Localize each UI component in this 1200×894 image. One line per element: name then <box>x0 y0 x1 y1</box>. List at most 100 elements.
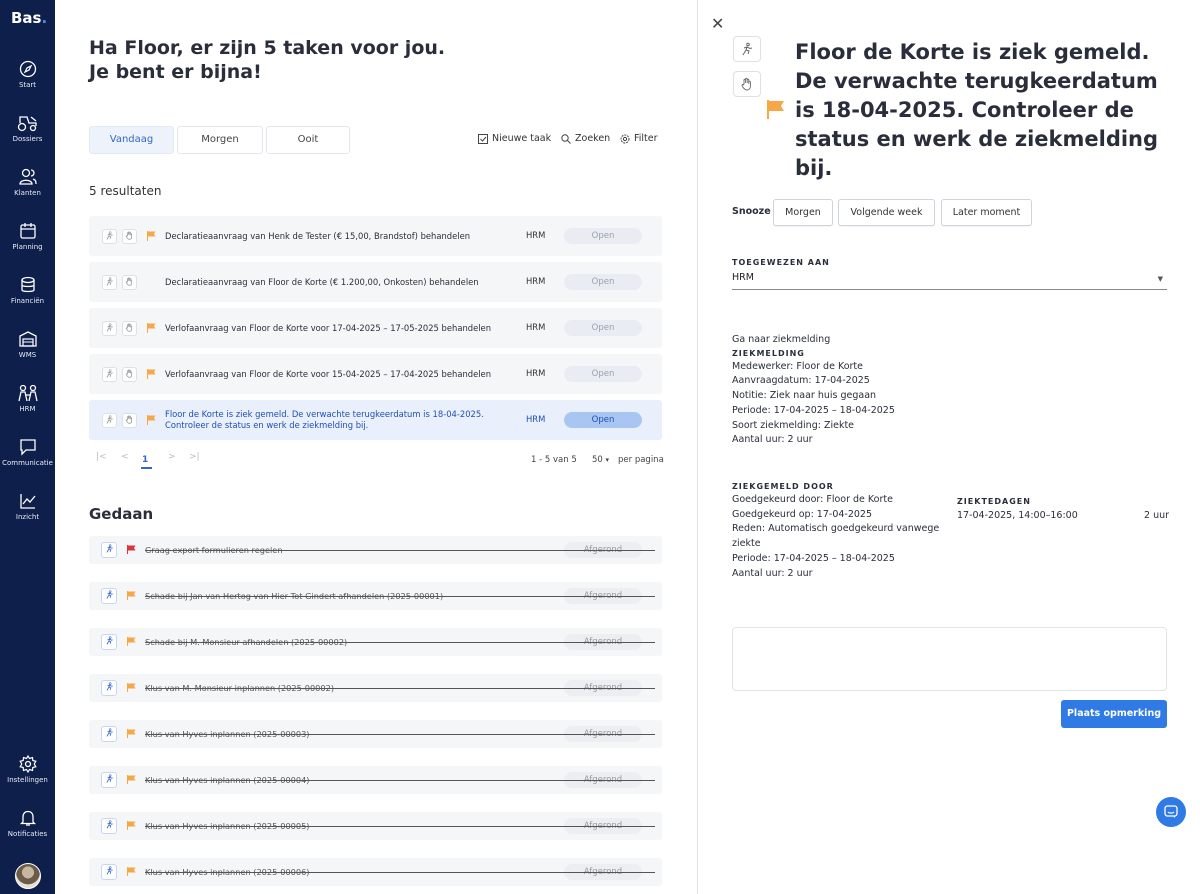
claim-task-button[interactable] <box>733 71 761 97</box>
sidebar-item-inzicht[interactable]: Inzicht <box>0 492 55 521</box>
done-task-row[interactable]: Schade bij Jan van Hertog van Hier Tot G… <box>89 582 662 610</box>
flag-icon[interactable] <box>147 323 156 333</box>
task-row[interactable]: Floor de Korte is ziek gemeld. De verwac… <box>89 400 662 440</box>
complete-task-button[interactable] <box>102 229 117 244</box>
task-text: Declaratieaanvraag van Floor de Korte (€… <box>165 276 479 287</box>
flag-icon[interactable] <box>127 683 136 692</box>
tractor-icon <box>17 116 37 132</box>
goto-sick-link[interactable]: Ga naar ziekmelding <box>732 333 895 348</box>
flag-icon[interactable] <box>147 415 156 425</box>
sidebar-item-label: Start <box>18 81 37 89</box>
flag-icon[interactable] <box>127 867 136 876</box>
flag-icon[interactable] <box>147 231 156 241</box>
new-task-button[interactable]: Nieuwe taak <box>478 133 551 144</box>
status-badge[interactable]: Open <box>564 412 642 428</box>
bell-icon <box>19 810 36 826</box>
flag-icon[interactable] <box>127 545 136 554</box>
flag-icon[interactable] <box>127 591 136 600</box>
strikethrough <box>145 872 655 873</box>
page-title: Ha Floor, er zijn 5 taken voor jou. Je b… <box>89 37 446 83</box>
search-button[interactable]: Zoeken <box>561 133 610 144</box>
sidebar-item-hrm[interactable]: HRM <box>0 384 55 413</box>
task-row[interactable]: Declaratieaanvraag van Floor de Korte (€… <box>89 262 662 302</box>
gear-icon <box>620 134 630 143</box>
complete-task-button[interactable] <box>102 367 117 382</box>
reopen-task-button[interactable] <box>101 818 117 834</box>
chat-support-button[interactable] <box>1156 797 1186 827</box>
claim-task-button[interactable] <box>122 367 137 382</box>
sidebar-item-communicatie[interactable]: Communicatie <box>0 438 55 467</box>
next-page-button[interactable]: > <box>168 452 176 462</box>
sidebar-item-wms[interactable]: WMS <box>0 330 55 359</box>
done-task-row[interactable]: Klus van Hyves inplannen (2025-00003) Afg… <box>89 720 662 748</box>
sidebar-item-start[interactable]: Start <box>0 60 55 89</box>
assigned-select[interactable]: HRM ▼ <box>732 272 1167 290</box>
close-icon[interactable]: ✕ <box>711 14 724 33</box>
tab-ooit[interactable]: Ooit <box>266 126 350 154</box>
task-row[interactable]: Verlofaanvraag van Floor de Korte voor 1… <box>89 308 662 348</box>
last-page-button[interactable]: >| <box>189 452 200 462</box>
filter-button[interactable]: Filter <box>620 133 658 144</box>
logo[interactable]: Bas. <box>11 9 47 27</box>
reopen-task-button[interactable] <box>101 634 117 650</box>
reported-line: Reden: Automatisch goedgekeurd vanwege z… <box>732 523 940 550</box>
claim-task-button[interactable] <box>122 321 137 336</box>
status-badge[interactable]: Open <box>564 274 642 290</box>
complete-task-button[interactable] <box>102 413 117 428</box>
claim-task-button[interactable] <box>122 413 137 428</box>
reopen-task-button[interactable] <box>101 864 117 880</box>
done-task-row[interactable]: Klus van Hyves inplannen (2025-00006) Afg… <box>89 858 662 886</box>
strikethrough <box>145 826 655 827</box>
assigned-label: TOEGEWEZEN AAN <box>732 258 830 267</box>
claim-task-button[interactable] <box>122 229 137 244</box>
sidebar-item-instellingen[interactable]: Instellingen <box>0 755 55 784</box>
current-page-indicator <box>141 467 152 469</box>
sidebar-item-dossiers[interactable]: Dossiers <box>0 114 55 143</box>
task-row[interactable]: Declaratieaanvraag van Henk de Tester (€… <box>89 216 662 256</box>
snooze-morgen-button[interactable]: Morgen <box>773 199 833 226</box>
sidebar-item-financien[interactable]: Financiën <box>0 276 55 305</box>
done-task-row[interactable]: Klus van M. Monsieur inplannen (2025-000… <box>89 674 662 702</box>
search-icon <box>561 133 571 144</box>
reopen-task-button[interactable] <box>101 772 117 788</box>
status-badge[interactable]: Open <box>564 228 642 244</box>
complete-task-button[interactable] <box>733 36 761 62</box>
flag-icon[interactable] <box>127 637 136 646</box>
first-page-button[interactable]: |< <box>96 452 107 462</box>
current-page[interactable]: 1 <box>142 455 148 465</box>
sidebar-item-planning[interactable]: Planning <box>0 222 55 251</box>
reopen-task-button[interactable] <box>101 542 117 558</box>
reopen-task-button[interactable] <box>101 680 117 696</box>
runner-icon <box>105 728 114 740</box>
status-badge[interactable]: Open <box>564 320 642 336</box>
prev-page-button[interactable]: < <box>121 452 129 462</box>
tab-vandaag[interactable]: Vandaag <box>89 126 174 154</box>
reopen-task-button[interactable] <box>101 588 117 604</box>
flag-icon[interactable] <box>127 775 136 784</box>
compass-icon <box>19 60 36 78</box>
done-task-row[interactable]: Klus van Hyves inplannen (2025-00005) Afg… <box>89 812 662 840</box>
complete-task-button[interactable] <box>102 321 117 336</box>
task-text: Declaratieaanvraag van Henk de Tester (€… <box>165 230 471 241</box>
avatar[interactable] <box>15 863 41 889</box>
complete-task-button[interactable] <box>102 275 117 290</box>
snooze-volgende-week-button[interactable]: Volgende week <box>838 199 935 226</box>
task-row[interactable]: Verlofaanvraag van Floor de Korte voor 1… <box>89 354 662 394</box>
flag-icon[interactable] <box>766 99 786 119</box>
status-badge[interactable]: Open <box>564 366 642 382</box>
flag-icon[interactable] <box>127 729 136 738</box>
per-page-select[interactable]: 50 ▾ <box>592 455 609 465</box>
reopen-task-button[interactable] <box>101 726 117 742</box>
tab-morgen[interactable]: Morgen <box>177 126 263 154</box>
snooze-later-moment-button[interactable]: Later moment <box>941 199 1032 226</box>
flag-icon[interactable] <box>147 369 156 379</box>
done-task-row[interactable]: Graag export formulieren regelen Afgerond <box>89 536 662 564</box>
done-task-row[interactable]: Klus van Hyves inplannen (2025-00004) Afg… <box>89 766 662 794</box>
post-comment-button[interactable]: Plaats opmerking <box>1061 700 1167 728</box>
flag-icon[interactable] <box>127 821 136 830</box>
done-task-row[interactable]: Schade bij M. Monsieur afhandelen (2025-… <box>89 628 662 656</box>
claim-task-button[interactable] <box>122 275 137 290</box>
sidebar-item-klanten[interactable]: Klanten <box>0 168 55 197</box>
sidebar-item-notificaties[interactable]: Notificaties <box>0 809 55 838</box>
comment-field[interactable] <box>732 627 1167 691</box>
